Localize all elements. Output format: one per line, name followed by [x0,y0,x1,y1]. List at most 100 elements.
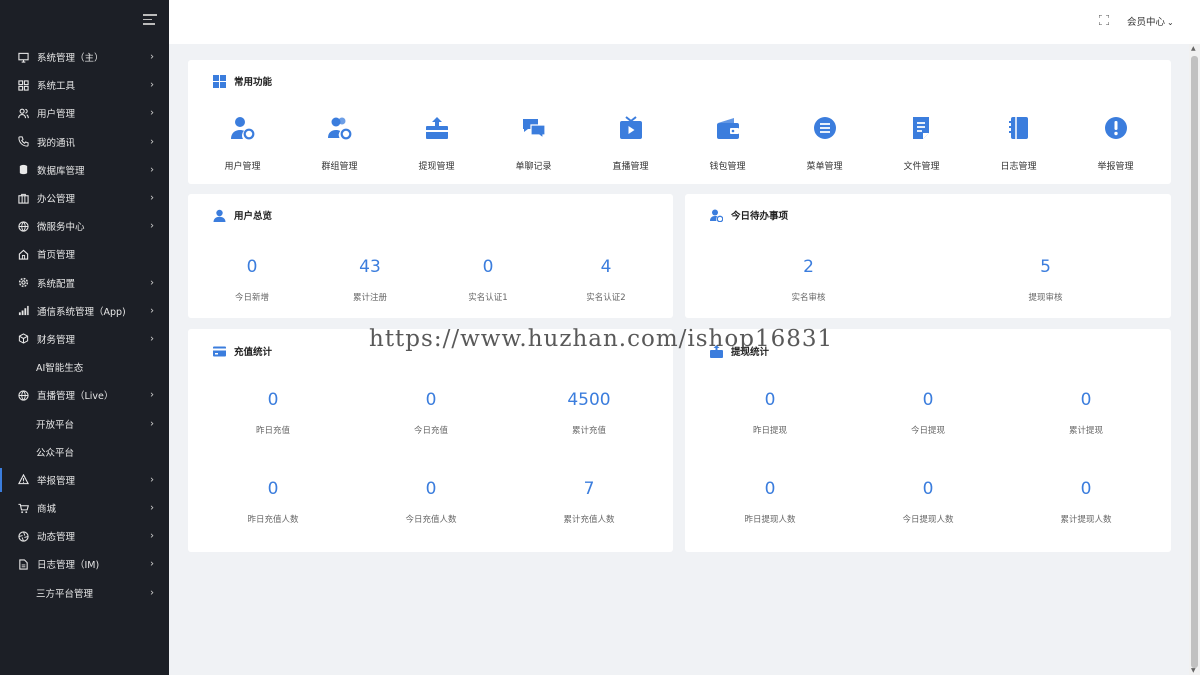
tv-icon [618,115,644,141]
sidebar-item[interactable]: 三方平台管理 › [0,579,169,607]
sidebar-item-label: 系统管理（主） [37,53,104,65]
sidebar-item[interactable]: 系统管理（主） › [0,43,169,71]
withdraw-stats-card: 提现统计 0 昨日提现 0 今日提现 0 累计提现 0 昨日提现人数 0 今日提现人数 0 累计提现… [685,329,1171,552]
chevron-right-icon: › [150,51,154,63]
quick-functions-card: 常用功能 用户管理 群组管理 提现管理 单聊记录 直播管理 钱包管理 菜单管理 文件管理 日志管… [188,60,1171,184]
today-todo-title: 今日待办事项 [731,211,789,222]
stat-item: 5 提现审核 [927,256,1164,303]
sidebar-item[interactable]: 首页管理 [0,240,169,268]
chevron-right-icon: › [150,530,154,542]
scroll-up-icon[interactable]: ▲ [1191,45,1196,52]
quick-function-label: 日志管理 [1000,162,1037,172]
user-gear-icon [710,209,723,222]
wallet-icon [715,115,741,141]
scroll-down-icon[interactable]: ▼ [1191,667,1196,674]
withdraw-stats-row: 0 昨日提现 0 今日提现 0 累计提现 [691,389,1165,436]
recharge-stats-row: 0 昨日充值 0 今日充值 4500 累计充值 [194,389,668,436]
quick-function-item[interactable]: 钱包管理 [679,115,776,172]
sidebar-item[interactable]: 财务管理 › [0,325,169,353]
warning-icon [17,474,29,486]
stat-label: 今日提现 [910,426,945,436]
fullscreen-icon[interactable] [1099,15,1109,25]
card-title: 充值统计 [213,344,272,358]
chevron-right-icon: › [150,502,154,514]
chat-icon [521,115,547,141]
stat-label: 提现审核 [1028,293,1063,303]
sidebar-item-label: 三方平台管理 [36,588,94,600]
sidebar-item[interactable]: 系统配置 › [0,269,169,297]
chevron-right-icon: › [150,558,154,570]
sidebar-item[interactable]: 举报管理 › [0,466,169,494]
chevron-right-icon: › [150,220,154,232]
chevron-right-icon: › [150,277,154,289]
quick-function-item[interactable]: 文件管理 [873,115,970,172]
sidebar-item[interactable]: 数据库管理 › [0,156,169,184]
aperture-icon [17,530,29,542]
quick-function-item[interactable]: 菜单管理 [776,115,873,172]
stat-value: 0 [267,390,279,410]
sidebar-item[interactable]: 公众平台 [0,438,169,466]
sidebar-item[interactable]: 开放平台 › [0,409,169,437]
sidebar-item[interactable]: AI智能生态 [0,353,169,381]
stat-label: 累计提现 [1068,426,1103,436]
card-title: 用户总览 [213,208,272,222]
stat-value: 0 [1080,390,1092,410]
sidebar-item[interactable]: 日志管理（IM) › [0,550,169,578]
stat-label: 今日充值人数 [405,515,457,525]
stat-value: 0 [764,390,776,410]
sidebar-item-label: 数据库管理 [37,165,85,177]
sidebar-item-label: 通信系统管理（App) [37,306,126,318]
grid-icon [213,74,226,88]
stat-item: 0 昨日充值 [194,389,352,436]
card-title: 今日待办事项 [710,208,788,222]
sidebar-item[interactable]: 系统工具 › [0,71,169,99]
stat-item: 0 今日充值 [352,389,510,436]
today-todo-stats: 2 实名审核 5 提现审核 [690,256,1164,303]
watermark-text: https://www.huzhan.com/ishop16831 [369,326,834,352]
header: 会员中心 ⌄ [169,0,1200,44]
sidebar-item[interactable]: 微服务中心 › [0,212,169,240]
sidebar-item[interactable]: 商城 › [0,494,169,522]
cart-icon [17,502,29,514]
document-icon [909,115,935,141]
quick-function-item[interactable]: 群组管理 [291,115,388,172]
quick-function-item[interactable]: 日志管理 [970,115,1067,172]
sidebar-item[interactable]: 我的通讯 › [0,128,169,156]
stat-value: 0 [764,479,776,499]
user-overview-card: 用户总览 0 今日新增 43 累计注册 0 实名认证1 4 实名认证2 [188,194,673,318]
page-scrollbar[interactable]: ▲ ▼ [1189,44,1200,675]
collapse-menu-icon[interactable] [143,14,157,28]
withdraw-icon [424,115,450,141]
stat-item: 0 今日新增 [193,256,311,303]
chevron-right-icon: › [150,79,154,91]
sidebar-item-label: 办公管理 [37,194,76,206]
sidebar-item-label: 日志管理（IM) [37,560,100,572]
quick-function-label: 用户管理 [224,162,261,172]
monitor-icon [17,51,29,63]
sidebar-item-label: 首页管理 [37,250,76,262]
stat-value: 2 [803,257,814,277]
quick-function-item[interactable]: 单聊记录 [485,115,582,172]
quick-function-item[interactable]: 用户管理 [194,115,291,172]
quick-function-item[interactable]: 举报管理 [1067,115,1164,172]
sidebar-item[interactable]: 动态管理 › [0,522,169,550]
sidebar-item[interactable]: 办公管理 › [0,184,169,212]
stat-label: 昨日提现 [752,426,787,436]
sidebar-item[interactable]: 通信系统管理（App) › [0,297,169,325]
stat-item: 4500 累计充值 [510,389,668,436]
card-icon [213,345,226,358]
quick-function-item[interactable]: 提现管理 [388,115,485,172]
card-title: 常用功能 [213,74,272,88]
quick-function-item[interactable]: 直播管理 [582,115,679,172]
chevron-right-icon: › [150,474,154,486]
stat-item: 0 实名认证1 [429,256,547,303]
signal-icon [17,305,29,317]
stat-value: 4 [600,257,612,277]
stat-value: 4500 [567,390,611,410]
member-center-dropdown[interactable]: 会员中心 ⌄ [1127,14,1174,28]
stat-label: 累计提现人数 [1060,515,1112,525]
scrollbar-thumb[interactable] [1191,56,1198,668]
sidebar-item[interactable]: 直播管理（Live） › [0,381,169,409]
sidebar-menu: 系统管理（主） › 系统工具 › 用户管理 › 我的通讯 › 数据库管理 › 办公管理 › 微服务中心 ›… [0,43,169,607]
sidebar-item[interactable]: 用户管理 › [0,99,169,127]
